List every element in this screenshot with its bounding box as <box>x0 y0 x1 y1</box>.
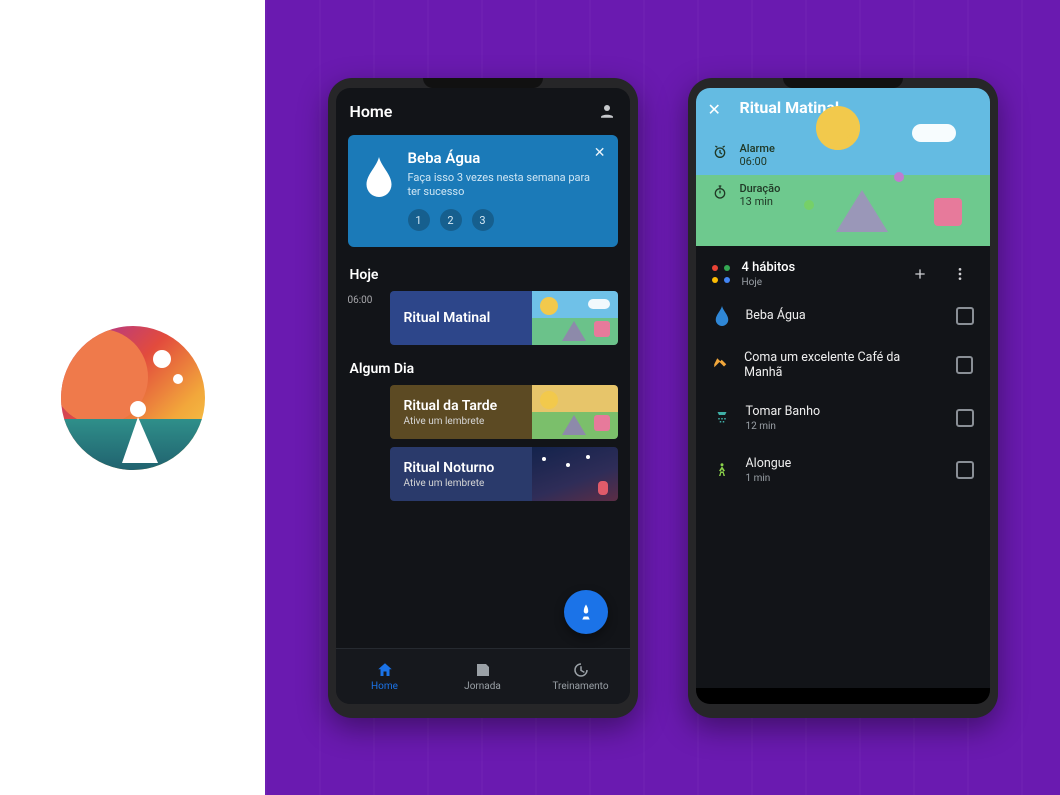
alarm-value: 06:00 <box>740 155 775 168</box>
ritual-title: Ritual da Tarde <box>404 398 532 414</box>
section-today-label: Hoje <box>336 255 630 287</box>
challenge-title: Beba Água <box>408 149 604 167</box>
habit-subtitle: 1 min <box>746 473 792 484</box>
ritual-header: ✕ Ritual Matinal Alarme 06:00 Duraçã <box>696 88 990 246</box>
step-3[interactable]: 3 <box>472 209 494 231</box>
habit-row[interactable]: Beba Água <box>696 294 990 338</box>
cube-shape <box>934 198 962 226</box>
habit-title: Tomar Banho <box>746 404 821 419</box>
habit-title: Alongue <box>746 456 792 471</box>
nav-home-label: Home <box>371 681 398 692</box>
cloud-icon <box>912 124 956 142</box>
ritual-card-noturno[interactable]: Ritual Noturno Ative um lembrete <box>390 447 618 501</box>
duration-label: Duração <box>740 182 781 195</box>
duration-icon <box>710 184 730 204</box>
ritual-time: 06:00 <box>348 291 390 345</box>
ritual-card-tarde[interactable]: Ritual da Tarde Ative um lembrete <box>390 385 618 439</box>
mountain-shape <box>836 190 888 232</box>
nav-home[interactable]: Home <box>336 649 434 704</box>
app-logo <box>58 323 208 473</box>
ritual-title: Ritual Matinal <box>404 310 532 326</box>
habit-checkbox[interactable] <box>956 461 974 479</box>
challenge-subtitle: Faça isso 3 vezes nesta semana para ter … <box>408 171 604 200</box>
alarm-icon <box>710 144 730 164</box>
habits-group-icon <box>712 265 730 283</box>
step-1[interactable]: 1 <box>408 209 430 231</box>
bottom-nav: Home Jornada Treinamento <box>336 648 630 704</box>
ritual-art-afternoon <box>532 385 618 439</box>
phone-notch <box>783 78 903 88</box>
page-title: Home <box>350 102 393 121</box>
decoration-dot <box>894 172 904 182</box>
habit-title: Coma um excelente Café da Manhã <box>744 350 928 380</box>
habit-row[interactable]: Alongue 1 min <box>696 444 990 496</box>
ritual-art-night <box>532 447 618 501</box>
more-menu-button[interactable] <box>946 260 974 288</box>
duration-value: 13 min <box>740 195 781 208</box>
challenge-steps: 1 2 3 <box>408 209 604 231</box>
ritual-art-morning <box>532 291 618 345</box>
habit-checkbox[interactable] <box>956 356 973 374</box>
habit-subtitle: 12 min <box>746 421 821 432</box>
fab-launch-button[interactable] <box>564 590 608 634</box>
close-icon[interactable]: ✕ <box>594 145 606 161</box>
habits-count: 4 hábitos <box>742 260 796 275</box>
stretch-icon <box>712 461 732 479</box>
step-2[interactable]: 2 <box>440 209 462 231</box>
profile-icon[interactable] <box>598 102 616 120</box>
left-panel <box>0 0 265 795</box>
challenge-card[interactable]: ✕ Beba Água Faça isso 3 vezes nesta sema… <box>348 135 618 248</box>
alarm-label: Alarme <box>740 142 775 155</box>
phone-notch <box>423 78 543 88</box>
phone-home: Home ✕ Beba Água Faça isso 3 vezes nesta… <box>328 78 638 718</box>
habit-checkbox[interactable] <box>956 409 974 427</box>
ritual-subtitle: Ative um lembrete <box>404 416 532 427</box>
right-panel: Home ✕ Beba Água Faça isso 3 vezes nesta… <box>265 0 1060 795</box>
ritual-subtitle: Ative um lembrete <box>404 478 532 489</box>
habit-checkbox[interactable] <box>956 307 974 325</box>
add-habit-button[interactable] <box>906 260 934 288</box>
breakfast-icon <box>712 356 731 374</box>
habits-subtitle: Hoje <box>742 277 796 288</box>
system-nav-bar <box>696 688 990 704</box>
water-drop-icon <box>712 306 732 326</box>
ritual-card-matinal[interactable]: Ritual Matinal <box>390 291 618 345</box>
ritual-title: Ritual Noturno <box>404 460 532 476</box>
nav-jornada[interactable]: Jornada <box>434 649 532 704</box>
section-someday-label: Algum Dia <box>336 349 630 381</box>
water-drop-icon <box>362 155 396 199</box>
habit-row[interactable]: Coma um excelente Café da Manhã <box>696 338 990 392</box>
habit-title: Beba Água <box>746 308 806 323</box>
nav-treinamento-label: Treinamento <box>552 681 608 692</box>
nav-jornada-label: Jornada <box>464 681 501 692</box>
decoration-dot <box>804 200 814 210</box>
close-icon[interactable]: ✕ <box>708 100 721 119</box>
shower-icon <box>712 409 732 427</box>
habit-row[interactable]: Tomar Banho 12 min <box>696 392 990 444</box>
phone-ritual-detail: ✕ Ritual Matinal Alarme 06:00 Duraçã <box>688 78 998 718</box>
nav-treinamento[interactable]: Treinamento <box>532 649 630 704</box>
